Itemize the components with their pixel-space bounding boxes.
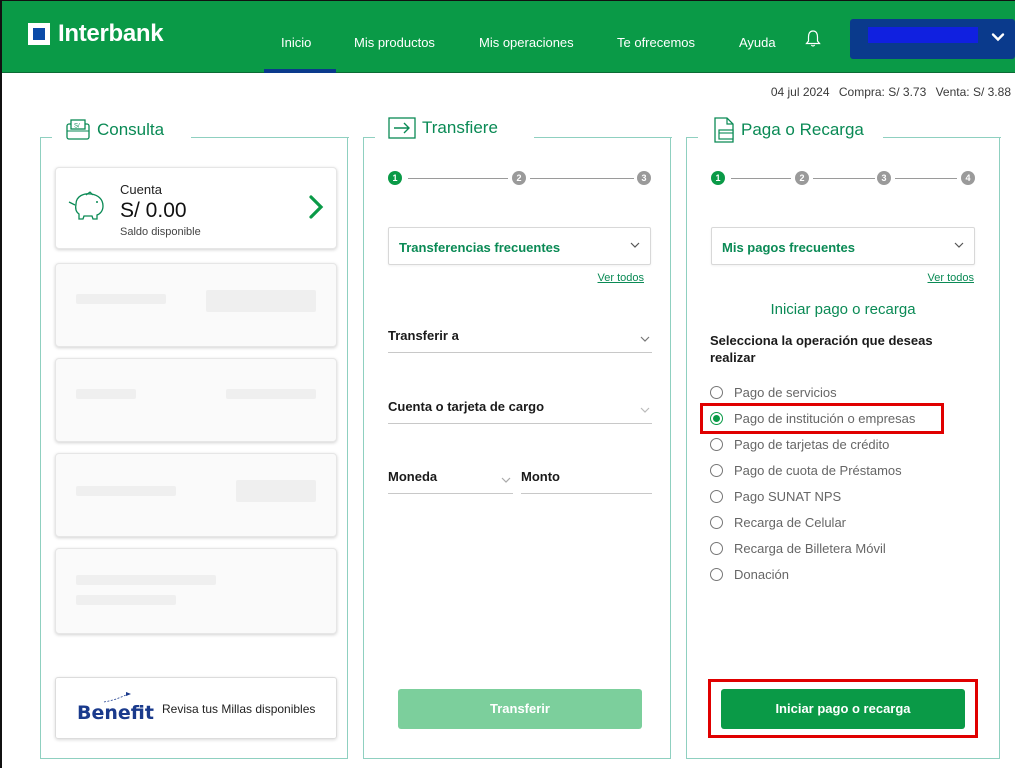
option-recarga-billetera[interactable]: Recarga de Billetera Móvil [710, 538, 886, 558]
nav-item-ayuda[interactable]: Ayuda [739, 35, 776, 50]
blurred-product-card[interactable] [55, 453, 337, 537]
option-pago-sunat[interactable]: Pago SUNAT NPS [710, 486, 841, 506]
transfer-stepper: 1 2 3 [388, 171, 651, 185]
option-label: Pago de tarjetas de crédito [734, 436, 890, 452]
rates-sell: Venta: S/ 3.88 [935, 85, 1011, 99]
amount-input[interactable]: Monto [521, 469, 652, 494]
benefit-miles-banner[interactable]: Benefit Revisa tus Millas disponibles [55, 677, 337, 739]
currency-label: Moneda [388, 469, 438, 484]
chevron-right-icon[interactable] [308, 194, 324, 220]
radio-button[interactable] [710, 541, 723, 555]
option-pago-tarjetas[interactable]: Pago de tarjetas de crédito [710, 434, 889, 454]
radio-button[interactable] [710, 437, 723, 451]
chevron-down-icon [501, 477, 511, 483]
paga-panel: Paga o Recarga 1 2 3 4 Mis pagos frecuen… [686, 117, 1001, 759]
highlight-box-button [708, 679, 978, 738]
chevron-down-icon [630, 242, 640, 248]
blurred-product-card[interactable] [55, 358, 337, 442]
blurred-product-card[interactable] [55, 548, 337, 634]
transfer-to-field[interactable]: Transferir a [388, 328, 652, 353]
amount-label: Monto [521, 469, 560, 484]
option-label: Donación [734, 566, 789, 582]
transfiere-title-text: Transfiere [422, 118, 498, 137]
chevron-down-icon [640, 336, 650, 342]
option-label: Pago de servicios [734, 384, 837, 400]
source-account-field[interactable]: Cuenta o tarjeta de cargo [388, 399, 652, 424]
option-label: Pago SUNAT NPS [734, 488, 842, 504]
user-menu-button[interactable] [850, 19, 1015, 59]
highlight-box-option [700, 403, 944, 434]
active-nav-indicator [264, 69, 336, 73]
step-4: 4 [961, 171, 975, 185]
step-3: 3 [877, 171, 891, 185]
chevron-down-icon [640, 407, 650, 413]
option-label: Pago de cuota de Préstamos [734, 462, 902, 478]
frequent-transfers-label: Transferencias frecuentes [399, 240, 561, 255]
user-name-redacted [868, 27, 978, 43]
transfer-arrow-icon [388, 117, 416, 139]
transfiere-panel: Transfiere 1 2 3 Transferencias frecuent… [363, 117, 672, 759]
rates-date: 04 jul 2024 [770, 85, 830, 99]
frequent-payments-select[interactable]: Mis pagos frecuentes [711, 227, 975, 265]
radio-button[interactable] [710, 489, 723, 503]
source-account-label: Cuenta o tarjeta de cargo [388, 399, 545, 414]
interbank-logo-icon [28, 23, 50, 45]
step-3: 3 [637, 171, 651, 185]
consulta-panel: S/ Consulta Cuenta S/ 0.00 Saldo disponi… [40, 117, 349, 759]
option-donacion[interactable]: Donación [710, 564, 789, 584]
benefit-logo: Benefit [77, 702, 154, 724]
step-1: 1 [711, 171, 725, 185]
transfer-button[interactable]: Transferir [398, 689, 642, 729]
account-card[interactable]: Cuenta S/ 0.00 Saldo disponible [55, 167, 337, 249]
payments-see-all-link[interactable]: Ver todos [928, 272, 974, 284]
option-pago-prestamos[interactable]: Pago de cuota de Préstamos [710, 460, 902, 480]
brand-name: Interbank [58, 20, 164, 47]
paga-title: Paga o Recarga [707, 117, 870, 143]
exchange-rates: 04 jul 2024 Compra: S/ 3.73 Venta: S/ 3.… [765, 85, 1011, 99]
top-navbar: Interbank Inicio Mis productos Mis opera… [2, 1, 1015, 73]
frequent-transfers-select[interactable]: Transferencias frecuentes [388, 227, 651, 265]
account-balance-caption: Saldo disponible [120, 226, 201, 238]
interbank-logo[interactable]: Interbank [28, 20, 164, 47]
nav-item-mis-operaciones[interactable]: Mis operaciones [479, 35, 574, 50]
currency-select[interactable]: Moneda [388, 469, 513, 494]
option-pago-servicios[interactable]: Pago de servicios [710, 382, 837, 402]
transfer-to-label: Transferir a [388, 328, 459, 343]
nav-item-inicio[interactable]: Inicio [281, 35, 311, 50]
document-card-icon [714, 117, 734, 143]
radio-button[interactable] [710, 567, 723, 581]
radio-button[interactable] [710, 385, 723, 399]
option-recarga-celular[interactable]: Recarga de Celular [710, 512, 846, 532]
account-balance: S/ 0.00 [120, 199, 187, 222]
bell-icon[interactable] [805, 30, 821, 48]
payment-instruction: Selecciona la operación que deseas reali… [710, 333, 933, 365]
option-label: Recarga de Billetera Móvil [734, 540, 886, 556]
start-payment-heading: Iniciar pago o recarga [770, 301, 916, 318]
consulta-title-text: Consulta [97, 120, 165, 139]
transfiere-title: Transfiere [382, 117, 504, 139]
transfers-see-all-link[interactable]: Ver todos [598, 272, 644, 284]
consulta-title: S/ Consulta [59, 117, 171, 143]
option-label: Recarga de Celular [734, 514, 847, 530]
step-1: 1 [388, 171, 402, 185]
nav-item-te-ofrecemos[interactable]: Te ofrecemos [617, 35, 695, 50]
svg-text:S/: S/ [74, 124, 80, 130]
account-label: Cuenta [120, 182, 162, 197]
benefit-text: Revisa tus Millas disponibles [162, 702, 316, 716]
radio-button[interactable] [710, 463, 723, 477]
chevron-down-icon [991, 33, 1005, 42]
payment-stepper: 1 2 3 4 [711, 171, 975, 185]
blurred-product-card[interactable] [55, 263, 337, 347]
frequent-payments-label: Mis pagos frecuentes [722, 240, 855, 255]
step-2: 2 [512, 171, 526, 185]
chevron-down-icon [954, 242, 964, 248]
nav-item-mis-productos[interactable]: Mis productos [354, 35, 435, 50]
radio-button[interactable] [710, 515, 723, 529]
rates-buy: Compra: S/ 3.73 [838, 85, 927, 99]
money-card-icon: S/ [66, 119, 90, 140]
paga-title-text: Paga o Recarga [741, 120, 864, 139]
step-2: 2 [795, 171, 809, 185]
piggy-bank-icon [68, 191, 104, 220]
